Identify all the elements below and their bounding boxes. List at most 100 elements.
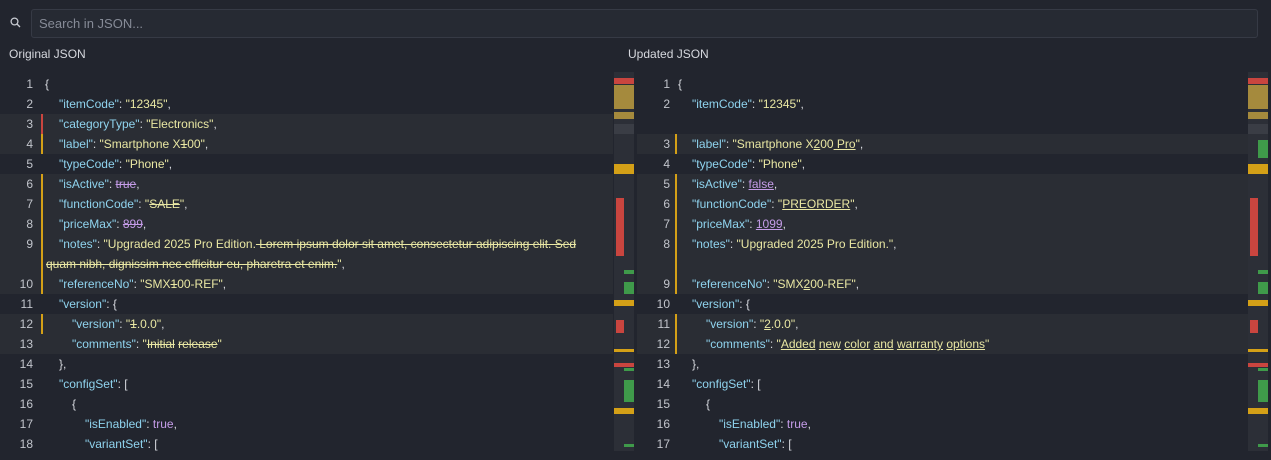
minimap-marker: [1258, 140, 1268, 158]
code-line: 16 "isEnabled": true,: [637, 414, 1248, 434]
minimap-marker: [614, 300, 634, 306]
code-line-modified: 10 "referenceNo": "SMX100-REF",: [0, 274, 613, 294]
minimap-marker: [1248, 363, 1268, 367]
minimap-marker: [1250, 320, 1258, 333]
diff-gutter-marker: [41, 274, 43, 294]
updated-diff-minimap[interactable]: [1248, 72, 1268, 451]
line-number: 5: [663, 177, 670, 191]
code-text: "functionCode": "SALE",: [59, 197, 188, 211]
code-line-modified: 8 "notes": "Upgraded 2025 Pro Edition.",: [637, 234, 1248, 274]
code-line-modified: 9 "referenceNo": "SMX200-REF",: [637, 274, 1248, 294]
code-text: "categoryType": "Electronics",: [59, 117, 217, 131]
code-line-modified: 6 "functionCode": "PREORDER",: [637, 194, 1248, 214]
line-number: 13: [19, 337, 33, 351]
code-line: 11 "version": {: [0, 294, 613, 314]
minimap-marker: [624, 444, 634, 447]
code-line: 4 "typeCode": "Phone",: [637, 154, 1248, 174]
line-number: 11: [657, 317, 670, 331]
minimap-marker: [1248, 408, 1268, 414]
code-text: "notes": "Upgraded 2025 Pro Edition.",: [692, 237, 897, 251]
code-text: {: [72, 397, 77, 411]
line-number: 15: [656, 397, 670, 411]
line-number: 12: [19, 317, 33, 331]
line-number: 14: [656, 377, 670, 391]
code-text: "itemCode": "12345",: [692, 97, 804, 111]
code-line: 14 },: [0, 354, 613, 374]
code-line: 5 "typeCode": "Phone",: [0, 154, 613, 174]
line-number: 6: [26, 177, 33, 191]
code-line-modified: 6 "isActive": true,: [0, 174, 613, 194]
code-line-modified: 11 "version": "2.0.0",: [637, 314, 1248, 334]
code-line: 2 "itemCode": "12345",: [637, 94, 1248, 114]
code-line-modified: 13 "comments": "Initial release": [0, 334, 613, 354]
code-line-removed: 3 "categoryType": "Electronics",: [0, 114, 613, 134]
original-diff-minimap[interactable]: [614, 72, 634, 451]
code-text: "isActive": false,: [692, 177, 778, 191]
diff-gutter-marker: [41, 234, 43, 274]
minimap-marker: [614, 124, 634, 134]
diff-gutter-marker: [41, 194, 43, 214]
minimap-marker: [1258, 282, 1268, 294]
code-line-modified: 7 "functionCode": "SALE",: [0, 194, 613, 214]
code-line-modified: 3 "label": "Smartphone X200 Pro",: [637, 134, 1248, 154]
code-text: "configSet": [: [59, 377, 128, 391]
minimap-marker: [1258, 368, 1268, 371]
minimap-marker: [1248, 78, 1268, 84]
code-line: 1 {: [637, 74, 1248, 94]
code-line-modified: 7 "priceMax": 1099,: [637, 214, 1248, 234]
line-number: 4: [663, 157, 670, 171]
diff-gutter-marker: [675, 274, 677, 294]
original-json-pane[interactable]: 1 { 2 "itemCode": "12345", 3 "categoryTy…: [0, 72, 634, 460]
line-number: 18: [19, 437, 33, 451]
code-line: 17 "isEnabled": true,: [0, 414, 613, 434]
line-number: 14: [19, 357, 33, 371]
code-line: 1 {: [0, 74, 613, 94]
search-box[interactable]: [31, 9, 1258, 38]
code-text: "itemCode": "12345",: [59, 97, 171, 111]
code-text: "label": "Smartphone X100",: [59, 137, 209, 151]
updated-json-title: Updated JSON: [628, 47, 709, 61]
code-line: 14 "configSet": [: [637, 374, 1248, 394]
updated-json-pane[interactable]: 1 { 2 "itemCode": "12345", 3 "label": "S…: [637, 72, 1271, 460]
diff-gutter-marker: [41, 134, 43, 154]
line-number: 13: [656, 357, 670, 371]
line-number: 3: [663, 137, 670, 151]
line-number: 2: [663, 97, 670, 111]
line-number: 1: [663, 77, 670, 91]
code-text: "priceMax": 1099,: [692, 217, 786, 231]
code-line-modified: 8 "priceMax": 899,: [0, 214, 613, 234]
line-number: 16: [19, 397, 33, 411]
line-number: 17: [19, 417, 33, 431]
search-input[interactable]: [32, 10, 1257, 37]
minimap-marker: [614, 85, 634, 109]
code-text: "configSet": [: [692, 377, 761, 391]
code-text: "version": "2.0.0",: [706, 317, 799, 331]
diff-gutter-marker: [675, 214, 677, 234]
code-text: },: [59, 357, 67, 371]
minimap-marker: [614, 78, 634, 84]
code-text: "typeCode": "Phone",: [59, 157, 173, 171]
code-text: "version": "1.0.0",: [72, 317, 165, 331]
code-text: "version": {: [59, 297, 117, 311]
code-text: },: [692, 357, 700, 371]
minimap-marker: [614, 349, 634, 352]
diff-gutter-marker: [675, 194, 677, 214]
minimap-marker: [614, 408, 634, 414]
minimap-marker: [1248, 349, 1268, 352]
code-text: "typeCode": "Phone",: [692, 157, 806, 171]
line-number: 9: [26, 237, 33, 251]
code-text: "referenceNo": "SMX100-REF",: [59, 277, 227, 291]
code-line-modified: 12 "comments": "Added new color and warr…: [637, 334, 1248, 354]
minimap-marker: [1250, 198, 1258, 256]
line-number: 3: [26, 117, 33, 131]
minimap-marker: [1258, 380, 1268, 402]
minimap-marker: [624, 282, 634, 294]
code-line: 16 {: [0, 394, 613, 414]
code-text: "functionCode": "PREORDER",: [692, 197, 858, 211]
line-number: 11: [20, 297, 33, 311]
line-number: 5: [26, 157, 33, 171]
minimap-marker: [1248, 164, 1268, 174]
code-text: "referenceNo": "SMX200-REF",: [692, 277, 860, 291]
code-line: 2 "itemCode": "12345",: [0, 94, 613, 114]
code-text: {: [678, 77, 683, 91]
